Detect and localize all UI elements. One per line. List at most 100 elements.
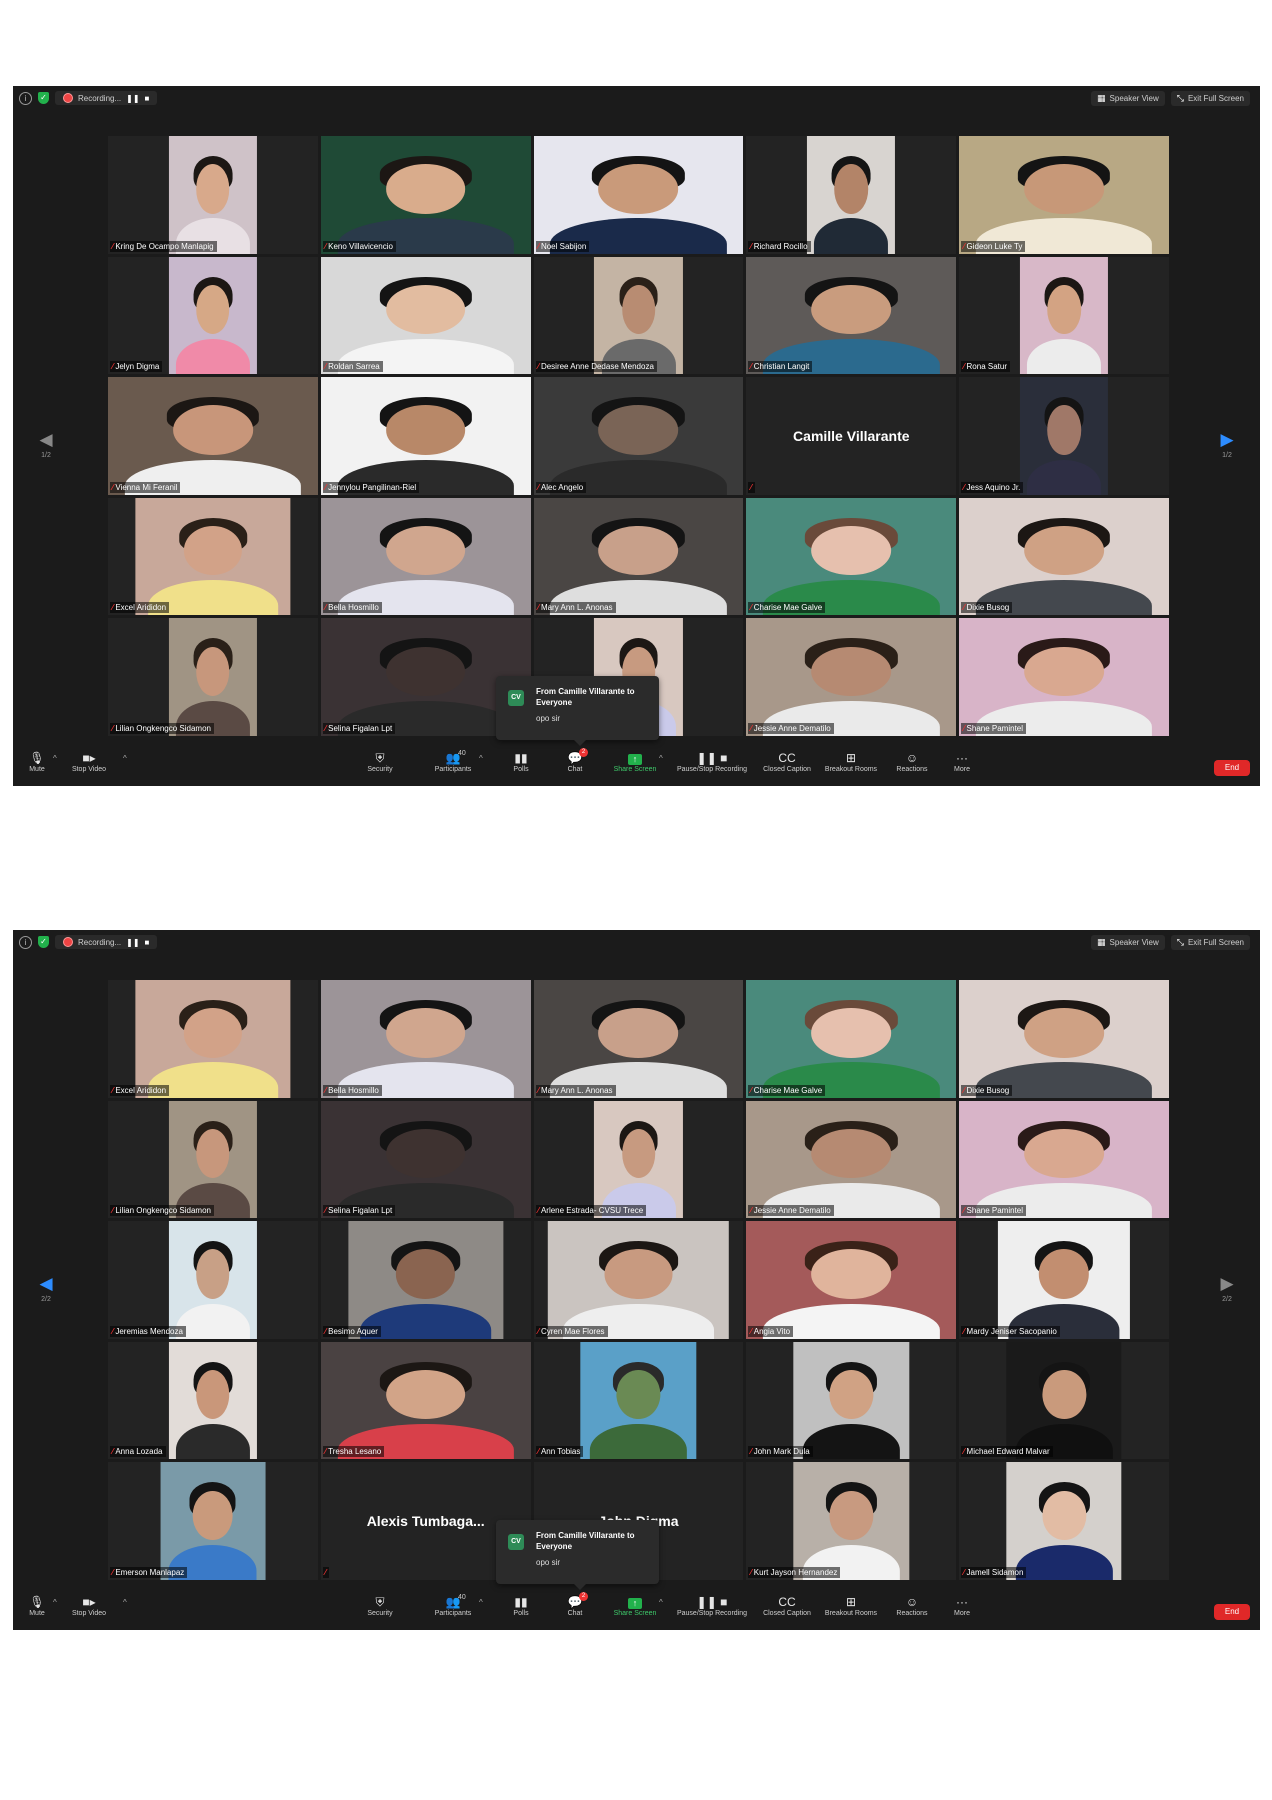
participant-tile[interactable]: ⁄ Kurt Jayson Hernandez	[746, 1462, 957, 1580]
participant-tile[interactable]: ⁄ Lilian Ongkengco Sidamon	[108, 1100, 318, 1219]
participant-tile[interactable]: ⁄ Mary Ann L. Anonas	[533, 980, 744, 1098]
participant-tile[interactable]: ⁄ Jennylou Pangilinan-Riel	[320, 377, 531, 495]
participant-tile[interactable]: ⁄ Vienna Mi Feranil	[108, 377, 318, 495]
participant-tile[interactable]: ⁄ Desiree Anne Dedase Mendoza	[533, 256, 744, 375]
participants-button[interactable]: 👥 Participants	[431, 750, 475, 773]
participant-tile[interactable]: ⁄ Excel Arididon	[108, 980, 318, 1098]
next-page-button[interactable]: ▶ 1/2	[1212, 431, 1242, 459]
participant-tile[interactable]: ⁄ Angia Vito	[746, 1221, 957, 1339]
stop-video-button[interactable]: ■▸ Stop Video	[71, 750, 107, 773]
participant-tile[interactable]: ⁄ Emerson Manlapaz	[108, 1462, 318, 1580]
participant-tile[interactable]: ⁄ Jess Aquino Jr.	[959, 377, 1169, 495]
participants-caret-icon[interactable]: ^	[479, 754, 483, 763]
breakout-rooms-button[interactable]: ⊞ Breakout Rooms	[821, 1594, 881, 1617]
encryption-shield-icon[interactable]: ✓	[38, 92, 49, 104]
participant-tile[interactable]: ⁄ Excel Arididon	[108, 497, 318, 616]
participant-tile[interactable]: ⁄ Michael Edward Malvar	[959, 1341, 1169, 1460]
participant-tile[interactable]: ⁄ Kring De Ocampo Manlapig	[108, 136, 318, 254]
participant-tile[interactable]: Camille Villarante ⁄	[746, 377, 957, 495]
participant-tile[interactable]: ⁄ Noel Sabijon	[533, 136, 744, 254]
participant-tile[interactable]: ⁄ Tresha Lesano	[320, 1341, 531, 1460]
participant-tile[interactable]: ⁄ Selina Figalan Lpt	[320, 1100, 531, 1219]
audio-options-caret-icon[interactable]: ^	[53, 754, 57, 763]
participant-tile[interactable]: ⁄ Jessie Anne Dematilo	[746, 1100, 957, 1219]
participant-tile[interactable]: ⁄ Ann Tobias	[533, 1341, 744, 1460]
exit-full-screen-button[interactable]: ⤡ Exit Full Screen	[1170, 91, 1250, 106]
encryption-shield-icon[interactable]: ✓	[38, 936, 49, 948]
previous-page-button[interactable]: ◀ 1/2	[31, 431, 61, 459]
participant-tile[interactable]: ⁄ Mardy Jeniser Sacopanio	[959, 1221, 1169, 1339]
participant-tile[interactable]: ⁄ Roldan Sarrea	[320, 256, 531, 375]
stop-recording-icon[interactable]: ■	[145, 938, 150, 947]
participant-tile[interactable]: ⁄ Jelyn Digma	[108, 256, 318, 375]
closed-caption-button[interactable]: CC Closed Caption	[759, 1594, 815, 1617]
info-icon[interactable]: i	[19, 935, 32, 949]
participant-tile[interactable]: ⁄ Jeremias Mendoza	[108, 1221, 318, 1339]
participant-tile[interactable]: ⁄ Dixie Busog	[959, 497, 1169, 616]
pause-stop-recording-button[interactable]: ❚❚ ■ Pause/Stop Recording	[673, 1594, 751, 1617]
share-screen-button[interactable]: ↑ Share Screen	[611, 1594, 659, 1617]
polls-button[interactable]: ▮▮ Polls	[511, 1594, 531, 1617]
participant-tile[interactable]: ⁄ Besimo Aquer	[320, 1221, 531, 1339]
more-button[interactable]: ··· More	[950, 1594, 974, 1617]
participants-caret-icon[interactable]: ^	[479, 1598, 483, 1607]
info-icon[interactable]: i	[19, 91, 32, 105]
more-button[interactable]: ··· More	[950, 750, 974, 773]
stop-recording-icon[interactable]: ■	[145, 94, 150, 103]
polls-button[interactable]: ▮▮ Polls	[511, 750, 531, 773]
share-screen-caret-icon[interactable]: ^	[659, 754, 663, 763]
participant-tile[interactable]: ⁄ Shane Pamintel	[959, 618, 1169, 736]
pause-recording-icon[interactable]: ❚❚	[126, 938, 139, 947]
participant-tile[interactable]: ⁄ Lilian Ongkengco Sidamon	[108, 618, 318, 736]
participant-tile[interactable]: ⁄ Keno Villavicencio	[320, 136, 531, 254]
participant-tile[interactable]: ⁄ Bella Hosmillo	[320, 497, 531, 616]
mute-button[interactable]: 🎙 Mute	[27, 750, 47, 773]
participant-tile[interactable]: ⁄ Charise Mae Galve	[746, 497, 957, 616]
chat-notification[interactable]: CV From Camille Villarante to Everyone o…	[496, 1520, 659, 1590]
participant-tile[interactable]: ⁄ Christian Langit	[746, 256, 957, 375]
participant-tile[interactable]: ⁄ Alec Angelo	[533, 377, 744, 495]
participant-tile[interactable]: ⁄ Gideon Luke Ty	[959, 136, 1169, 254]
participant-tile[interactable]: ⁄ Shane Pamintel	[959, 1100, 1169, 1219]
participant-tile[interactable]: ⁄ Jamell Sidamon	[959, 1462, 1169, 1580]
participant-tile[interactable]: ⁄ Dixie Busog	[959, 980, 1169, 1098]
reactions-button[interactable]: ☺ Reactions	[893, 1594, 931, 1617]
reactions-button[interactable]: ☺ Reactions	[893, 750, 931, 773]
mute-button[interactable]: 🎙 Mute	[27, 1594, 47, 1617]
closed-caption-button[interactable]: CC Closed Caption	[759, 750, 815, 773]
chat-notification[interactable]: CV From Camille Villarante to Everyone o…	[496, 676, 659, 746]
pause-recording-icon[interactable]: ❚❚	[126, 94, 139, 103]
breakout-rooms-button[interactable]: ⊞ Breakout Rooms	[821, 750, 881, 773]
share-screen-button[interactable]: ↑ Share Screen	[611, 750, 659, 773]
security-button[interactable]: ⛨ Security	[365, 750, 395, 773]
speaker-view-button[interactable]: ▦ Speaker View	[1091, 935, 1165, 950]
share-screen-caret-icon[interactable]: ^	[659, 1598, 663, 1607]
participant-name-tag: ⁄ Mary Ann L. Anonas	[535, 1084, 616, 1096]
next-page-button[interactable]: ▶ 2/2	[1212, 1275, 1242, 1303]
participant-tile[interactable]: ⁄ John Mark Dula	[746, 1341, 957, 1460]
participant-tile[interactable]: ⁄ Cyren Mae Flores	[533, 1221, 744, 1339]
pause-stop-recording-button[interactable]: ❚❚ ■ Pause/Stop Recording	[673, 750, 751, 773]
participant-tile[interactable]: ⁄ Mary Ann L. Anonas	[533, 497, 744, 616]
participant-tile[interactable]: ⁄ Anna Lozada	[108, 1341, 318, 1460]
participant-face	[385, 646, 466, 696]
participant-tile[interactable]: ⁄ Richard Rocillo	[746, 136, 957, 254]
zoom-meeting-window-page-2: i ✓ Recording... ❚❚ ■ ▦ Speaker View ⤡ E…	[13, 930, 1260, 1630]
participant-tile[interactable]: ⁄Arlene Estrada- CVSU Trece	[533, 1100, 744, 1219]
video-options-caret-icon[interactable]: ^	[123, 1598, 127, 1607]
stop-video-button[interactable]: ■▸ Stop Video	[71, 1594, 107, 1617]
previous-page-button[interactable]: ◀ 2/2	[31, 1275, 61, 1303]
exit-full-screen-button[interactable]: ⤡ Exit Full Screen	[1170, 935, 1250, 950]
participants-button[interactable]: 👥 Participants	[431, 1594, 475, 1617]
participant-tile[interactable]: ⁄ Bella Hosmillo	[320, 980, 531, 1098]
participant-tile[interactable]: ⁄ Rona Satur	[959, 256, 1169, 375]
speaker-view-button[interactable]: ▦ Speaker View	[1091, 91, 1165, 106]
video-options-caret-icon[interactable]: ^	[123, 754, 127, 763]
end-meeting-button[interactable]: End	[1214, 1604, 1250, 1620]
audio-options-caret-icon[interactable]: ^	[53, 1598, 57, 1607]
chat-label: Chat	[567, 1610, 583, 1617]
end-meeting-button[interactable]: End	[1214, 760, 1250, 776]
participant-tile[interactable]: ⁄ Jessie Anne Dematilo	[746, 618, 957, 736]
security-button[interactable]: ⛨ Security	[365, 1594, 395, 1617]
participant-tile[interactable]: ⁄ Charise Mae Galve	[746, 980, 957, 1098]
